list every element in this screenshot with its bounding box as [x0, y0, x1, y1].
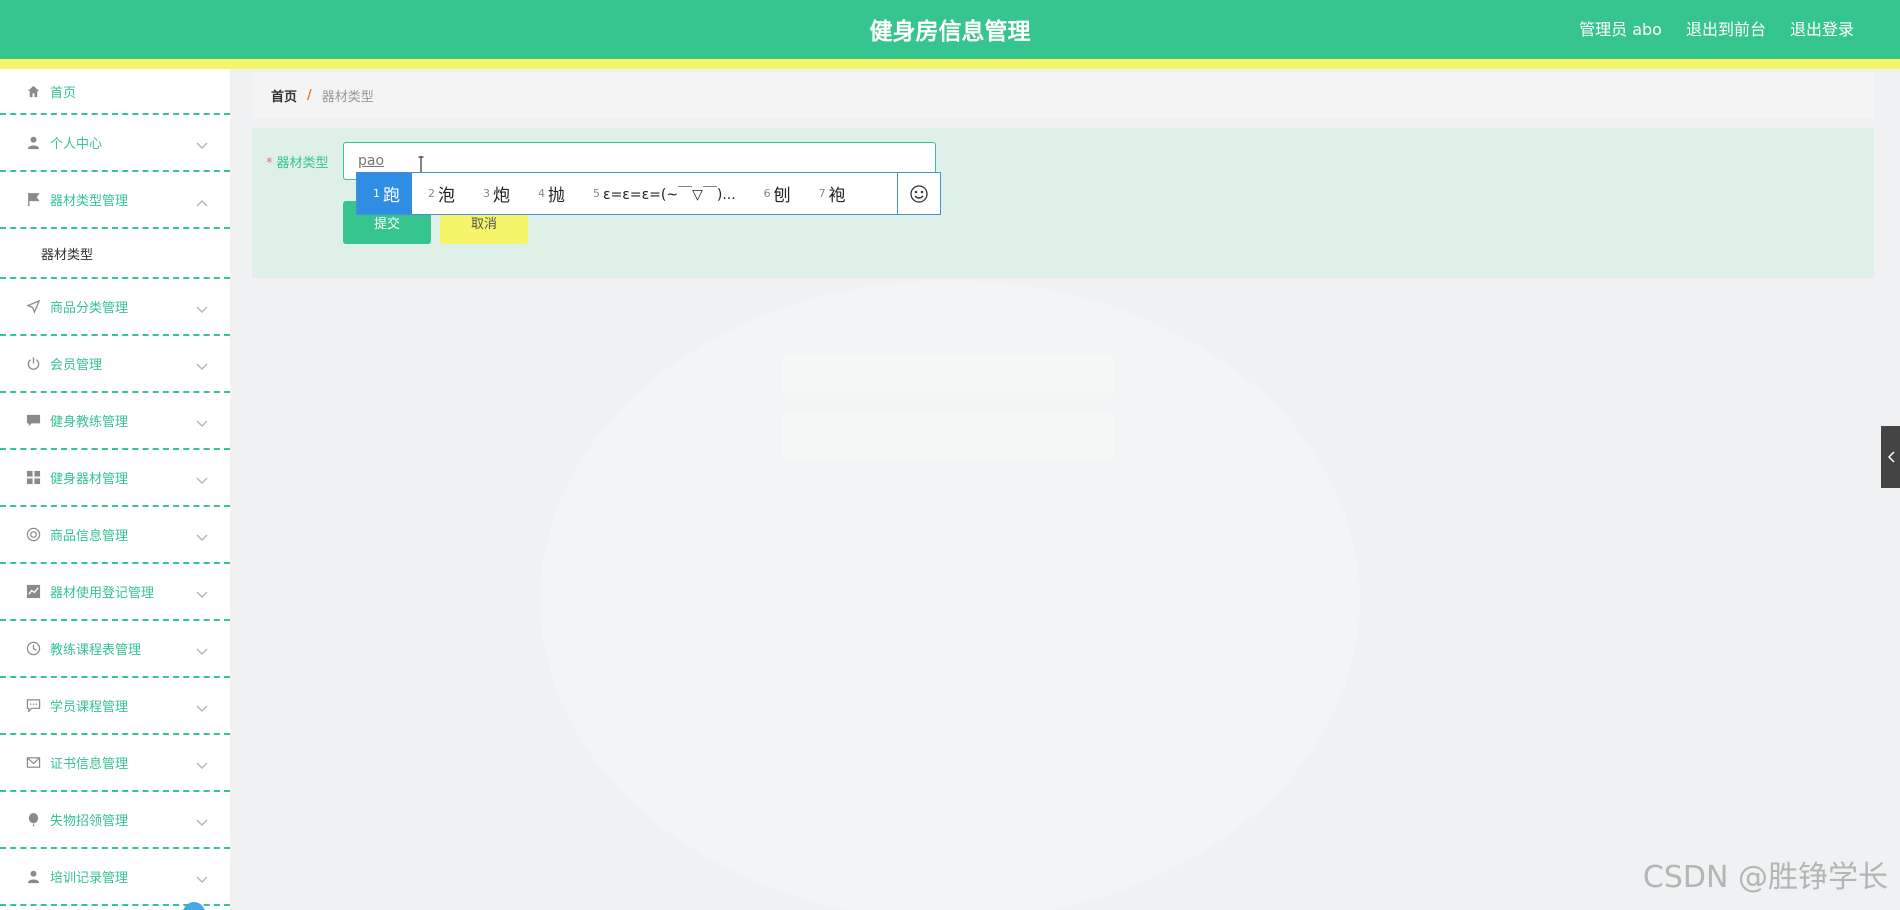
- breadcrumb-home[interactable]: 首页: [271, 86, 297, 105]
- sidebar-item-certificate-mgmt[interactable]: 证书信息管理: [0, 735, 230, 792]
- equipment-type-label: * 器材类型: [266, 152, 329, 171]
- sidebar-item-label: 健身教练管理: [50, 415, 129, 430]
- flag-icon: [26, 192, 41, 207]
- chevron-down-icon: [196, 303, 208, 313]
- sidebar-item-label: 教练课程表管理: [50, 643, 142, 658]
- lifebuoy-icon: [26, 527, 41, 542]
- sidebar-item-label: 证书信息管理: [50, 757, 129, 772]
- sidebar-item-product-category-mgmt[interactable]: 商品分类管理: [0, 279, 230, 336]
- chevron-down-icon: [196, 816, 208, 826]
- sidebar-item-coach-mgmt[interactable]: 健身教练管理: [0, 393, 230, 450]
- equipment-type-label-text: 器材类型: [276, 156, 329, 171]
- balloon-icon: [26, 812, 41, 827]
- sidebar: 首页 个人中心 器材类型管理 器材类型 商品分类管理 会员管理 健身教练管理 健…: [0, 69, 230, 910]
- breadcrumb-current: 器材类型: [321, 89, 374, 105]
- sidebar-item-home[interactable]: 首页: [0, 69, 230, 115]
- sidebar-item-product-info-mgmt[interactable]: 商品信息管理: [0, 507, 230, 564]
- user-icon: [26, 869, 41, 884]
- chevron-left-icon: [1887, 448, 1895, 467]
- chevron-down-icon: [196, 139, 208, 149]
- chevron-down-icon: [196, 759, 208, 769]
- ime-candidate[interactable]: 6刨: [748, 173, 803, 214]
- logout-link[interactable]: 退出登录: [1790, 16, 1854, 40]
- ime-candidate-bar: 1跑 2泡 3炮 4抛 5 ε=ε=ε=(~￣▽￣)... 6刨 7袍: [356, 172, 941, 215]
- chevron-down-icon: [196, 531, 208, 541]
- chevron-down-icon: [196, 873, 208, 883]
- chevron-down-icon: [196, 702, 208, 712]
- sidebar-item-label: 会员管理: [50, 358, 103, 373]
- sidebar-item-equipment-mgmt[interactable]: 健身器材管理: [0, 450, 230, 507]
- mail-icon: [26, 755, 41, 770]
- chevron-down-icon: [196, 645, 208, 655]
- chart-icon: [26, 584, 41, 599]
- chevron-down-icon: [196, 588, 208, 598]
- send-icon: [26, 299, 41, 314]
- sidebar-item-training-record-mgmt[interactable]: 培训记录管理: [0, 849, 230, 906]
- chevron-down-icon: [196, 417, 208, 427]
- header-accent-strip: [0, 59, 1900, 69]
- required-mark: *: [266, 156, 273, 171]
- message-icon: [26, 698, 41, 713]
- sidebar-item-label: 器材类型管理: [50, 194, 129, 209]
- chevron-up-icon: [196, 196, 208, 206]
- ime-candidate[interactable]: 7袍: [803, 173, 858, 214]
- sidebar-item-label: 培训记录管理: [50, 871, 129, 886]
- chevron-down-icon: [196, 474, 208, 484]
- breadcrumb-separator: /: [307, 87, 312, 103]
- background-ghost-field: [783, 412, 1113, 460]
- header-actions: 管理员 abo 退出到前台 退出登录: [1579, 16, 1854, 40]
- chat-icon: [26, 413, 41, 428]
- sidebar-item-equipment-type-mgmt[interactable]: 器材类型管理: [0, 172, 230, 229]
- ime-candidate[interactable]: 5 ε=ε=ε=(~￣▽￣)...: [577, 173, 748, 214]
- admin-user-label[interactable]: 管理员 abo: [1579, 16, 1662, 40]
- sidebar-item-label: 失物招领管理: [50, 814, 129, 829]
- smiley-icon[interactable]: [897, 173, 940, 214]
- sidebar-subitem-equipment-type[interactable]: 器材类型: [0, 229, 230, 279]
- sidebar-item-label: 学员课程管理: [50, 700, 129, 715]
- ime-candidate[interactable]: 1跑: [357, 173, 412, 214]
- exit-to-front-link[interactable]: 退出到前台: [1686, 16, 1766, 40]
- top-header: 健身房信息管理 管理员 abo 退出到前台 退出登录: [0, 0, 1900, 59]
- breadcrumb: 首页 / 器材类型: [252, 72, 1874, 118]
- sidebar-item-student-course-mgmt[interactable]: 学员课程管理: [0, 678, 230, 735]
- sidebar-item-coach-schedule-mgmt[interactable]: 教练课程表管理: [0, 621, 230, 678]
- ime-candidate[interactable]: 4抛: [522, 173, 577, 214]
- sidebar-item-label: 商品信息管理: [50, 529, 129, 544]
- sidebar-item-label: 器材使用登记管理: [50, 586, 155, 601]
- user-icon: [26, 135, 41, 150]
- chevron-down-icon: [196, 360, 208, 370]
- sidebar-item-label: 健身器材管理: [50, 472, 129, 487]
- sidebar-item-lost-found-mgmt[interactable]: 失物招领管理: [0, 792, 230, 849]
- sidebar-item-label: 商品分类管理: [50, 301, 129, 316]
- watermark: CSDN @胜铮学长: [1642, 860, 1888, 895]
- clock-icon: [26, 641, 41, 656]
- sidebar-item-label: 个人中心: [50, 137, 103, 152]
- sidebar-item-personal-center[interactable]: 个人中心: [0, 115, 230, 172]
- home-icon: [26, 84, 41, 99]
- power-icon: [26, 356, 41, 371]
- ime-candidate[interactable]: 3炮: [467, 173, 522, 214]
- sidebar-item-equipment-usage-mgmt[interactable]: 器材使用登记管理: [0, 564, 230, 621]
- sidebar-item-label: 首页: [50, 85, 77, 101]
- sidebar-item-member-mgmt[interactable]: 会员管理: [0, 336, 230, 393]
- collapse-panel-tab[interactable]: [1881, 426, 1900, 488]
- background-ghost-field: [783, 355, 1113, 393]
- grid-icon: [26, 470, 41, 485]
- ime-candidate[interactable]: 2泡: [412, 173, 467, 214]
- sidebar-subitem-label: 器材类型: [41, 247, 94, 263]
